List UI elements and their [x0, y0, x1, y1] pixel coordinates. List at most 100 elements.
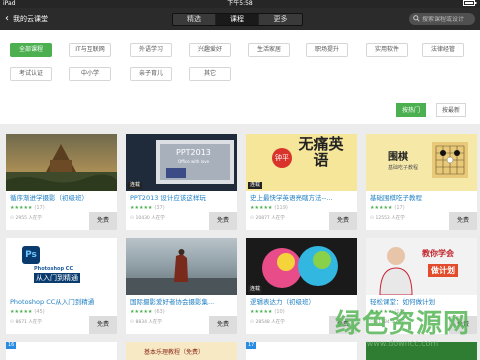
tab-more[interactable]: 更多	[259, 14, 302, 25]
back-label: 我的云课堂	[13, 15, 48, 23]
rating-stars: ★★★★★ (37)	[130, 205, 165, 211]
learner-count: ⚇ 10430 人在学	[130, 215, 165, 221]
sort-new-button[interactable]: 按最新	[436, 103, 466, 117]
tab-courses[interactable]: 课程	[216, 14, 259, 25]
course-thumbnail: 无痛英语 钟平 连载	[246, 134, 357, 191]
category-career[interactable]: 职场提升	[306, 43, 348, 57]
course-thumbnail	[126, 238, 237, 295]
free-button[interactable]: 免费	[209, 316, 237, 334]
sort-hot-button[interactable]: 按热门	[396, 103, 426, 117]
course-thumbnail: 教你学会 做计划	[366, 238, 477, 295]
free-button[interactable]: 免费	[89, 316, 117, 334]
course-thumbnail: Ps Photoshop CC 从入门到精通	[6, 238, 117, 295]
course-card[interactable]: PPT2013 Office with love 连载 PPT2013 设计应该…	[126, 134, 237, 230]
rating-count: (17)	[394, 205, 405, 211]
thumb-ps-title: Photoshop CC	[34, 266, 74, 272]
tab-featured[interactable]: 精选	[173, 14, 216, 25]
status-time: 下午5:58	[227, 0, 253, 7]
course-thumbnail: 围棋 基础吃子教程	[366, 134, 477, 191]
category-parenting[interactable]: 亲子育儿	[130, 67, 172, 81]
course-title[interactable]: Photoshop CC从入门到精通	[10, 298, 114, 307]
back-button[interactable]: ‹ 我的云课堂	[5, 13, 48, 25]
category-other[interactable]: 其它	[189, 67, 231, 81]
rating-stars: ★★★★★ (17)	[10, 205, 45, 211]
rating-stars: ★★★★★ (17)	[370, 205, 405, 211]
thumb-ppt-title: PPT2013	[176, 148, 211, 157]
thumb-plan-line1: 教你学会	[422, 249, 454, 258]
rating-count: (119)	[274, 205, 288, 211]
course-thumbnail: PPT2013 Office with love 连载	[126, 134, 237, 191]
learner-count: ⚇ 28548 人在学	[250, 319, 285, 325]
serial-badge: 连载	[248, 286, 263, 293]
course-title[interactable]: PPT2013 设计应该这样玩	[130, 194, 234, 203]
number-badge: 17	[246, 342, 257, 349]
person-icon: ⚇	[250, 320, 255, 325]
learner-count-text: 20877 人在学	[255, 216, 285, 221]
search-box[interactable]	[409, 13, 476, 25]
rating-count: (17)	[34, 205, 45, 211]
category-filter-panel: 全部课程 IT与互联网 外语学习 兴趣爱好 生活家居 职场提升 实用软件 法律经…	[0, 30, 480, 124]
rating-stars: ★★★★★ (10)	[250, 309, 285, 315]
watermark-title: 绿色资源网	[334, 309, 470, 339]
category-law[interactable]: 法律经管	[422, 43, 464, 57]
status-bar: iPad 下午5:58	[0, 0, 480, 8]
free-button[interactable]: 免费	[449, 212, 477, 230]
thumb-ps-sub: 从入门到精通	[34, 273, 80, 283]
category-software[interactable]: 实用软件	[366, 43, 408, 57]
nav-bar: ‹ 我的云课堂 精选 课程 更多	[0, 8, 480, 30]
thumb-plan-line2: 做计划	[428, 264, 458, 277]
photoshop-logo-icon: Ps	[22, 246, 40, 264]
number-badge: 16	[6, 342, 17, 349]
learner-count: ⚇ 8671 人在学	[10, 319, 42, 325]
course-card[interactable]: Ps Photoshop CC 从入门到精通 Photoshop CC从入门到精…	[6, 238, 117, 334]
rating-count: (37)	[154, 205, 165, 211]
course-card[interactable]: 循序渐进学摄影（初级班） ★★★★★ (17) ⚇ 2955 人在学 免费	[6, 134, 117, 230]
rating-stars: ★★★★★ (45)	[10, 309, 45, 315]
category-home[interactable]: 生活家居	[248, 43, 290, 57]
category-school[interactable]: 中小学	[69, 67, 111, 81]
course-card[interactable]: 围棋 基础吃子教程 基础围棋吃子教程 ★★★★★ (17) ⚇ 12553 人在学…	[366, 134, 477, 230]
category-all[interactable]: 全部课程	[10, 43, 52, 57]
course-card[interactable]: 基本乐理教程（免费）	[126, 342, 237, 360]
course-card[interactable]: 16	[6, 342, 117, 360]
category-hobby[interactable]: 兴趣爱好	[189, 43, 231, 57]
serial-badge: 连载	[248, 182, 263, 189]
search-input[interactable]	[422, 15, 476, 23]
watermark-logo: 绿色资源网 www.downcc.com	[335, 309, 470, 348]
course-title[interactable]: 循序渐进学摄影（初级班）	[10, 194, 114, 203]
free-button[interactable]: 免费	[209, 212, 237, 230]
rating-count: (10)	[274, 309, 285, 315]
person-icon: ⚇	[130, 320, 135, 325]
thumb-ppt-sub: Office with love	[178, 159, 210, 164]
learner-count: ⚇ 12553 人在学	[370, 215, 405, 221]
search-icon	[413, 14, 420, 24]
course-card[interactable]: 无痛英语 钟平 连载 史上最快学英语亮瞎方法--... ★★★★★ (119) ⚇…	[246, 134, 357, 230]
category-language[interactable]: 外语学习	[130, 43, 172, 57]
free-button[interactable]: 免费	[89, 212, 117, 230]
learner-count-text: 28548 人在学	[255, 320, 285, 325]
rating-count: (63)	[154, 309, 165, 315]
thumb-seal: 钟平	[272, 148, 292, 168]
serial-badge: 连载	[128, 182, 143, 189]
course-title[interactable]: 史上最快学英语亮瞎方法--...	[250, 194, 354, 203]
course-title[interactable]: 逻辑表达力（初级班）	[250, 298, 354, 307]
learner-count-text: 2955 人在学	[15, 216, 42, 221]
person-icon: ⚇	[250, 216, 255, 221]
person-icon: ⚇	[10, 216, 15, 221]
free-button[interactable]: 免费	[329, 212, 357, 230]
course-thumbnail: 连载	[246, 238, 357, 295]
watermark-url: www.downcc.com	[366, 339, 439, 348]
thumb-next-title: 基本乐理教程（免费）	[144, 349, 205, 356]
rating-stars: ★★★★★ (119)	[250, 205, 288, 211]
category-it[interactable]: IT与互联网	[69, 43, 111, 57]
thumb-go-sub: 基础吃子教程	[388, 165, 419, 171]
course-card[interactable]: 国际摄影爱好者协会摄影集... ★★★★★ (63) ⚇ 8834 人在学 免费	[126, 238, 237, 334]
course-title[interactable]: 国际摄影爱好者协会摄影集...	[130, 298, 234, 307]
go-board-icon	[432, 142, 468, 178]
course-thumbnail	[6, 134, 117, 191]
course-title[interactable]: 基础围棋吃子教程	[370, 194, 474, 203]
learner-count-text: 10430 人在学	[135, 216, 165, 221]
category-exam[interactable]: 考试认证	[10, 67, 52, 81]
learner-count-text: 8834 人在学	[135, 320, 162, 325]
course-title[interactable]: 轻松课堂：如何做计划	[370, 298, 474, 307]
